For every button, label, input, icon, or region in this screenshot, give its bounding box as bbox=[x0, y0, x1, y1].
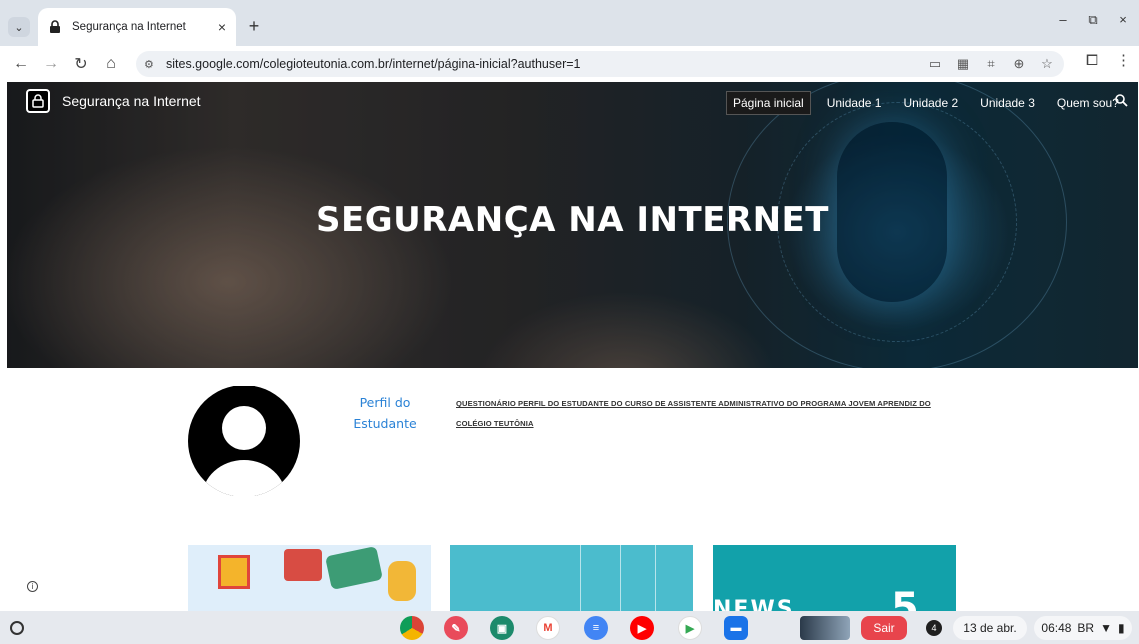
new-tab-button[interactable]: + bbox=[242, 14, 266, 38]
site-name[interactable]: Segurança na Internet bbox=[62, 93, 201, 109]
qr-code-icon[interactable]: ▦ bbox=[954, 54, 972, 74]
docs-icon[interactable]: ≡ bbox=[584, 616, 608, 640]
card-news-image[interactable]: NEWS 5 bbox=[713, 545, 956, 611]
zoom-icon[interactable]: ⊕ bbox=[1010, 54, 1028, 74]
youtube-icon[interactable]: ▶ bbox=[630, 616, 654, 640]
files-icon[interactable]: ▬ bbox=[724, 616, 748, 640]
chrome-icon[interactable] bbox=[400, 616, 424, 640]
logo-lock-glyph bbox=[32, 94, 44, 108]
tab-search-button[interactable]: ⌄ bbox=[8, 17, 30, 37]
info-icon[interactable]: i bbox=[27, 581, 38, 592]
date-tray[interactable]: 13 de abr. bbox=[953, 616, 1027, 640]
notification-badge[interactable]: 4 bbox=[926, 620, 942, 636]
window-preview-thumbnail[interactable] bbox=[800, 616, 850, 640]
hero-banner: SEGURANÇA NA INTERNET bbox=[7, 82, 1138, 368]
card-stripe bbox=[620, 545, 621, 611]
wallet-icon bbox=[284, 549, 322, 581]
site-search-icon[interactable] bbox=[1114, 93, 1128, 107]
play-store-icon[interactable]: ▶ bbox=[678, 616, 702, 640]
exit-button[interactable]: Sair bbox=[861, 616, 907, 640]
site-navigation: Página inicial Unidade 1 Unidade 2 Unida… bbox=[726, 91, 1135, 115]
address-bar[interactable]: ⚙ sites.google.com/colegioteutonia.com.b… bbox=[136, 51, 1064, 77]
canvas-icon[interactable]: ✎ bbox=[444, 616, 468, 640]
status-tray[interactable]: 06:48 BR ▼ ▮ bbox=[1034, 616, 1132, 640]
tab-title: Segurança na Internet bbox=[72, 21, 186, 33]
card-stripe bbox=[655, 545, 656, 611]
battery-icon: ▮ bbox=[1117, 621, 1125, 635]
wifi-icon: ▼ bbox=[1100, 621, 1112, 635]
site-logo-lock-icon[interactable] bbox=[26, 89, 50, 113]
coins-icon bbox=[388, 561, 416, 601]
lock-icon bbox=[50, 20, 60, 33]
money-icon bbox=[325, 545, 383, 591]
extensions-icon[interactable]: ⧠ bbox=[1086, 52, 1098, 69]
menu-kebab-icon[interactable]: ⋮ bbox=[1116, 51, 1131, 69]
minimize-icon[interactable]: – bbox=[1053, 12, 1073, 28]
profile-link[interactable]: Perfil do Estudante bbox=[350, 392, 420, 434]
browser-toolbar: ← → ↻ ⌂ ⚙ sites.google.com/colegioteuton… bbox=[0, 46, 1139, 82]
back-icon[interactable]: ← bbox=[8, 51, 34, 77]
hero-title: SEGURANÇA NA INTERNET bbox=[316, 200, 829, 240]
gmail-icon[interactable]: M bbox=[536, 616, 560, 640]
bookmark-star-icon[interactable]: ☆ bbox=[1038, 54, 1056, 74]
system-shelf: ✎ ▣ M ≡ ▶ ▶ ▬ Sair 4 13 de abr. 06:48 BR… bbox=[0, 611, 1139, 644]
gift-icon bbox=[218, 555, 250, 589]
classroom-icon[interactable]: ▣ bbox=[490, 616, 514, 640]
translate-icon[interactable]: ⌗ bbox=[982, 54, 1000, 74]
avatar-placeholder bbox=[188, 386, 300, 496]
home-icon[interactable]: ⌂ bbox=[98, 51, 124, 77]
reload-icon[interactable]: ↻ bbox=[68, 51, 94, 77]
nav-unidade-1[interactable]: Unidade 1 bbox=[821, 92, 888, 114]
url-text: sites.google.com/colegioteutonia.com.br/… bbox=[166, 57, 581, 71]
card-stripe bbox=[580, 545, 581, 611]
clock-time: 06:48 bbox=[1041, 621, 1072, 635]
browser-tabstrip: ⌄ Segurança na Internet × + – ⧉ × bbox=[0, 0, 1139, 46]
tab-close-icon[interactable]: × bbox=[218, 19, 226, 35]
window-controls: – ⧉ × bbox=[1053, 12, 1133, 28]
questionnaire-link[interactable]: QUESTIONÁRIO PERFIL DO ESTUDANTE DO CURS… bbox=[456, 394, 956, 434]
keyboard-locale: BR bbox=[1077, 621, 1095, 635]
site-info-icon[interactable]: ⚙ bbox=[144, 58, 162, 71]
launcher-icon[interactable] bbox=[10, 621, 24, 635]
nav-unidade-3[interactable]: Unidade 3 bbox=[974, 92, 1041, 114]
nav-unidade-2[interactable]: Unidade 2 bbox=[897, 92, 964, 114]
card-news-text: NEWS bbox=[713, 597, 795, 611]
card-teal-image[interactable] bbox=[450, 545, 693, 611]
restore-icon[interactable]: ⧉ bbox=[1083, 12, 1103, 28]
card-news-number: 5 bbox=[891, 585, 919, 611]
install-app-icon[interactable]: ▭ bbox=[926, 54, 944, 74]
card-finance-image[interactable] bbox=[188, 545, 431, 611]
tab-active[interactable]: Segurança na Internet × bbox=[38, 8, 236, 46]
nav-pagina-inicial[interactable]: Página inicial bbox=[726, 91, 811, 115]
close-window-icon[interactable]: × bbox=[1113, 12, 1133, 28]
forward-icon[interactable]: → bbox=[38, 51, 64, 77]
